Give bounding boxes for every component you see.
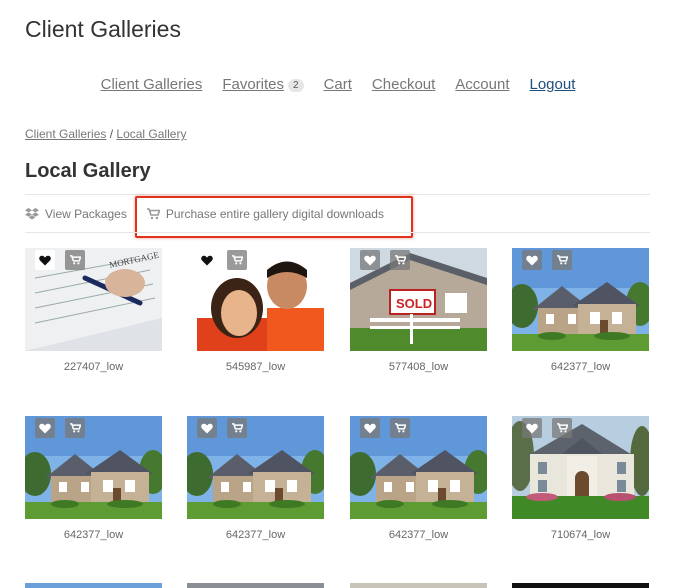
favorite-button[interactable] xyxy=(360,250,380,270)
cart-icon xyxy=(231,255,243,265)
heart-icon xyxy=(201,423,213,433)
gallery-thumbnail[interactable]: MORTGAGE xyxy=(25,248,162,351)
gallery-caption: 642377_low xyxy=(225,529,286,541)
gallery-thumbnail[interactable] xyxy=(25,416,162,519)
cart-icon xyxy=(394,423,406,433)
gallery-thumbnail[interactable] xyxy=(187,248,324,351)
breadcrumb-root[interactable]: Client Galleries xyxy=(25,127,106,141)
cart-icon xyxy=(394,255,406,265)
divider-top xyxy=(25,194,650,195)
svg-text:SOLD: SOLD xyxy=(396,296,432,311)
heart-icon xyxy=(39,423,51,433)
cart-icon xyxy=(556,255,568,265)
add-to-cart-button[interactable] xyxy=(227,250,247,270)
dropbox-icon xyxy=(25,208,39,220)
gallery-caption: 710674_low xyxy=(550,529,611,541)
gallery-item-partial[interactable] xyxy=(350,583,487,588)
gallery-item[interactable]: 642377_low xyxy=(25,416,162,541)
favorite-button[interactable] xyxy=(197,418,217,438)
favorite-button[interactable] xyxy=(197,250,217,270)
gallery-item[interactable]: 642377_low xyxy=(187,416,324,541)
nav-favorites-label: Favorites xyxy=(222,76,285,93)
heart-icon xyxy=(364,255,376,265)
breadcrumb: Client Galleries / Local Gallery xyxy=(25,127,186,141)
add-to-cart-button[interactable] xyxy=(65,418,85,438)
nav-checkout[interactable]: Checkout xyxy=(372,76,435,93)
heart-icon xyxy=(526,255,538,265)
site-title: Client Galleries xyxy=(25,16,181,42)
add-to-cart-button[interactable] xyxy=(227,418,247,438)
heart-icon xyxy=(39,255,51,265)
divider-bottom xyxy=(25,232,650,233)
gallery-item[interactable]: SOLD 577408_low xyxy=(350,248,487,373)
gallery-thumbnail[interactable] xyxy=(512,248,649,351)
page-title: Local Gallery xyxy=(25,160,151,182)
view-packages-button[interactable]: View Packages xyxy=(25,207,127,221)
favorite-button[interactable] xyxy=(35,418,55,438)
gallery-caption: 642377_low xyxy=(63,529,124,541)
gallery-item[interactable]: MORTGAGE 227407_low xyxy=(25,248,162,373)
add-to-cart-button[interactable] xyxy=(65,250,85,270)
add-to-cart-button[interactable] xyxy=(552,250,572,270)
nav-cart[interactable]: Cart xyxy=(324,76,352,93)
breadcrumb-current[interactable]: Local Gallery xyxy=(116,127,186,141)
favorite-button[interactable] xyxy=(360,418,380,438)
nav-account[interactable]: Account xyxy=(455,76,509,93)
gallery-item-partial[interactable] xyxy=(187,583,324,588)
gallery-caption: 227407_low xyxy=(63,361,124,373)
gallery-thumbnail[interactable] xyxy=(350,416,487,519)
nav-logout[interactable]: Logout xyxy=(530,76,576,93)
add-to-cart-button[interactable] xyxy=(390,250,410,270)
nav-client-galleries[interactable]: Client Galleries xyxy=(101,76,203,93)
cart-icon xyxy=(69,255,81,265)
favorite-button[interactable] xyxy=(35,250,55,270)
breadcrumb-separator: / xyxy=(109,127,114,141)
gallery-thumbnail[interactable]: SOLD xyxy=(350,248,487,351)
heart-icon xyxy=(526,423,538,433)
gallery-item-partial[interactable] xyxy=(512,583,649,588)
cart-icon xyxy=(556,423,568,433)
add-to-cart-button[interactable] xyxy=(390,418,410,438)
heart-icon xyxy=(201,255,213,265)
gallery-item[interactable]: 710674_low xyxy=(512,416,649,541)
gallery-item-partial[interactable] xyxy=(25,583,162,588)
heart-icon xyxy=(364,423,376,433)
main-nav: Client Galleries Favorites 2 Cart Checkou… xyxy=(0,76,676,93)
gallery-thumbnail[interactable] xyxy=(512,416,649,519)
gallery-caption: 577408_low xyxy=(388,361,449,373)
favorite-button[interactable] xyxy=(522,418,542,438)
gallery-item[interactable]: 642377_low xyxy=(512,248,649,373)
gallery-caption: 642377_low xyxy=(550,361,611,373)
gallery-item[interactable]: 642377_low xyxy=(350,416,487,541)
gallery-caption: 642377_low xyxy=(388,529,449,541)
nav-favorites[interactable]: Favorites 2 xyxy=(222,76,304,93)
add-to-cart-button[interactable] xyxy=(552,418,572,438)
gallery-caption: 545987_low xyxy=(225,361,286,373)
gallery-item[interactable]: 545987_low xyxy=(187,248,324,373)
view-packages-label: View Packages xyxy=(45,207,127,221)
favorite-button[interactable] xyxy=(522,250,542,270)
gallery-thumbnail[interactable] xyxy=(187,416,324,519)
cart-icon xyxy=(231,423,243,433)
favorites-count-badge: 2 xyxy=(288,78,304,92)
cart-icon xyxy=(69,423,81,433)
